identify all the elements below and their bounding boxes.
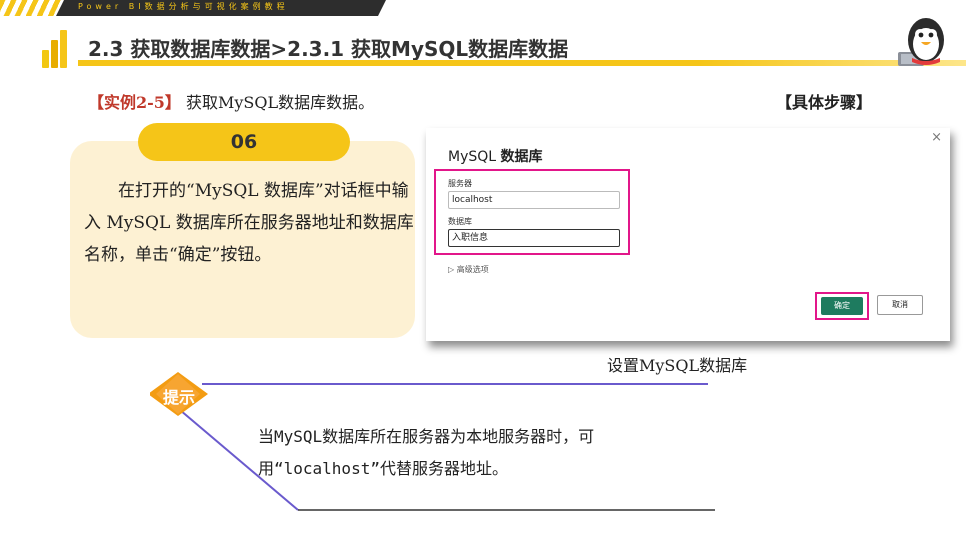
ok-button[interactable]: 确定 xyxy=(821,297,863,315)
dialog-title-prefix: MySQL xyxy=(448,149,501,165)
fields-highlight-box xyxy=(434,169,630,255)
advanced-options-toggle[interactable]: ▷ 高级选项 xyxy=(448,264,489,275)
example-text: 获取MySQL数据库数据。 xyxy=(180,93,375,112)
tip-text: 当MySQL数据库所在服务器为本地服务器时，可用“localhost”代替服务器… xyxy=(258,427,595,478)
top-banner: Power BI数据分析与可视化案例教程 xyxy=(0,0,395,16)
banner-stripes xyxy=(0,0,62,16)
power-bi-logo-icon xyxy=(42,30,70,68)
close-icon[interactable]: × xyxy=(931,130,942,145)
step-instruction: 在打开的“MySQL 数据库”对话框中输入 MySQL 数据库所在服务器地址和数… xyxy=(84,181,414,265)
tip-label: 提示 xyxy=(162,388,195,407)
dialog-title: MySQL 数据库 xyxy=(448,146,543,166)
penguin-mascot-icon xyxy=(898,18,944,66)
cancel-button[interactable]: 取消 xyxy=(877,295,923,315)
page-title: 2.3 获取数据库数据>2.3.1 获取MySQL数据库数据 xyxy=(88,37,569,61)
banner-text: Power BI数据分析与可视化案例教程 xyxy=(78,2,289,11)
example-heading: 【实例2-5】 获取MySQL数据库数据。 xyxy=(88,89,374,113)
step-number-badge: 06 xyxy=(138,123,350,161)
dialog-title-bold: 数据库 xyxy=(500,149,543,165)
title-underline xyxy=(78,60,966,66)
banner-bar: Power BI数据分析与可视化案例教程 xyxy=(56,0,386,16)
example-tag: 【实例2-5】 xyxy=(88,93,181,112)
steps-label: 【具体步骤】 xyxy=(776,93,873,112)
